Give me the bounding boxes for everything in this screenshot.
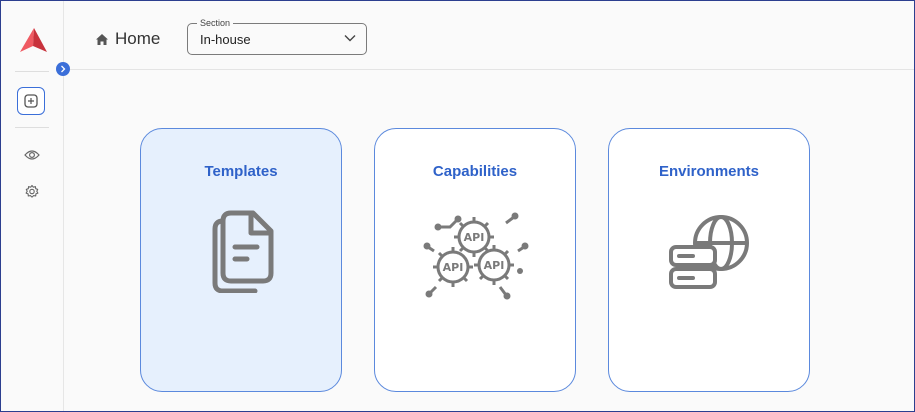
card-title: Capabilities — [432, 163, 518, 180]
card-capabilities[interactable]: Capabilities API API API — [374, 128, 576, 392]
header: Home Section In-house — [64, 1, 914, 70]
section-legend: Section — [197, 17, 234, 29]
section-select[interactable]: Section In-house — [187, 17, 367, 55]
card-environments[interactable]: Environments — [608, 128, 810, 392]
svg-text:API: API — [484, 259, 505, 272]
svg-text:API: API — [464, 231, 485, 244]
sidebar-item-settings[interactable] — [23, 183, 41, 201]
card-title: Templates — [204, 163, 278, 180]
documents-icon — [212, 210, 274, 293]
home-icon — [96, 33, 108, 45]
add-button[interactable] — [17, 87, 45, 115]
server-globe-icon — [669, 215, 749, 289]
sidebar — [1, 1, 64, 411]
chevron-down-icon — [344, 35, 356, 42]
home-label: Home — [115, 29, 161, 48]
sidebar-divider — [15, 127, 49, 128]
api-gears-icon: API API API — [423, 212, 529, 300]
add-square-icon — [24, 94, 38, 108]
card-title: Environments — [658, 163, 760, 180]
eye-icon — [24, 150, 40, 160]
sidebar-item-view[interactable] — [23, 146, 41, 164]
sidebar-toggle-button[interactable] — [56, 62, 70, 76]
chevron-right-icon — [61, 65, 66, 73]
card-templates[interactable]: Templates — [140, 128, 342, 392]
sidebar-divider — [15, 71, 49, 72]
breadcrumb-home[interactable]: Home — [95, 29, 160, 49]
svg-text:API: API — [443, 261, 464, 274]
gear-icon — [25, 184, 39, 198]
logo-icon — [20, 28, 47, 52]
section-value: In-house — [200, 32, 251, 47]
